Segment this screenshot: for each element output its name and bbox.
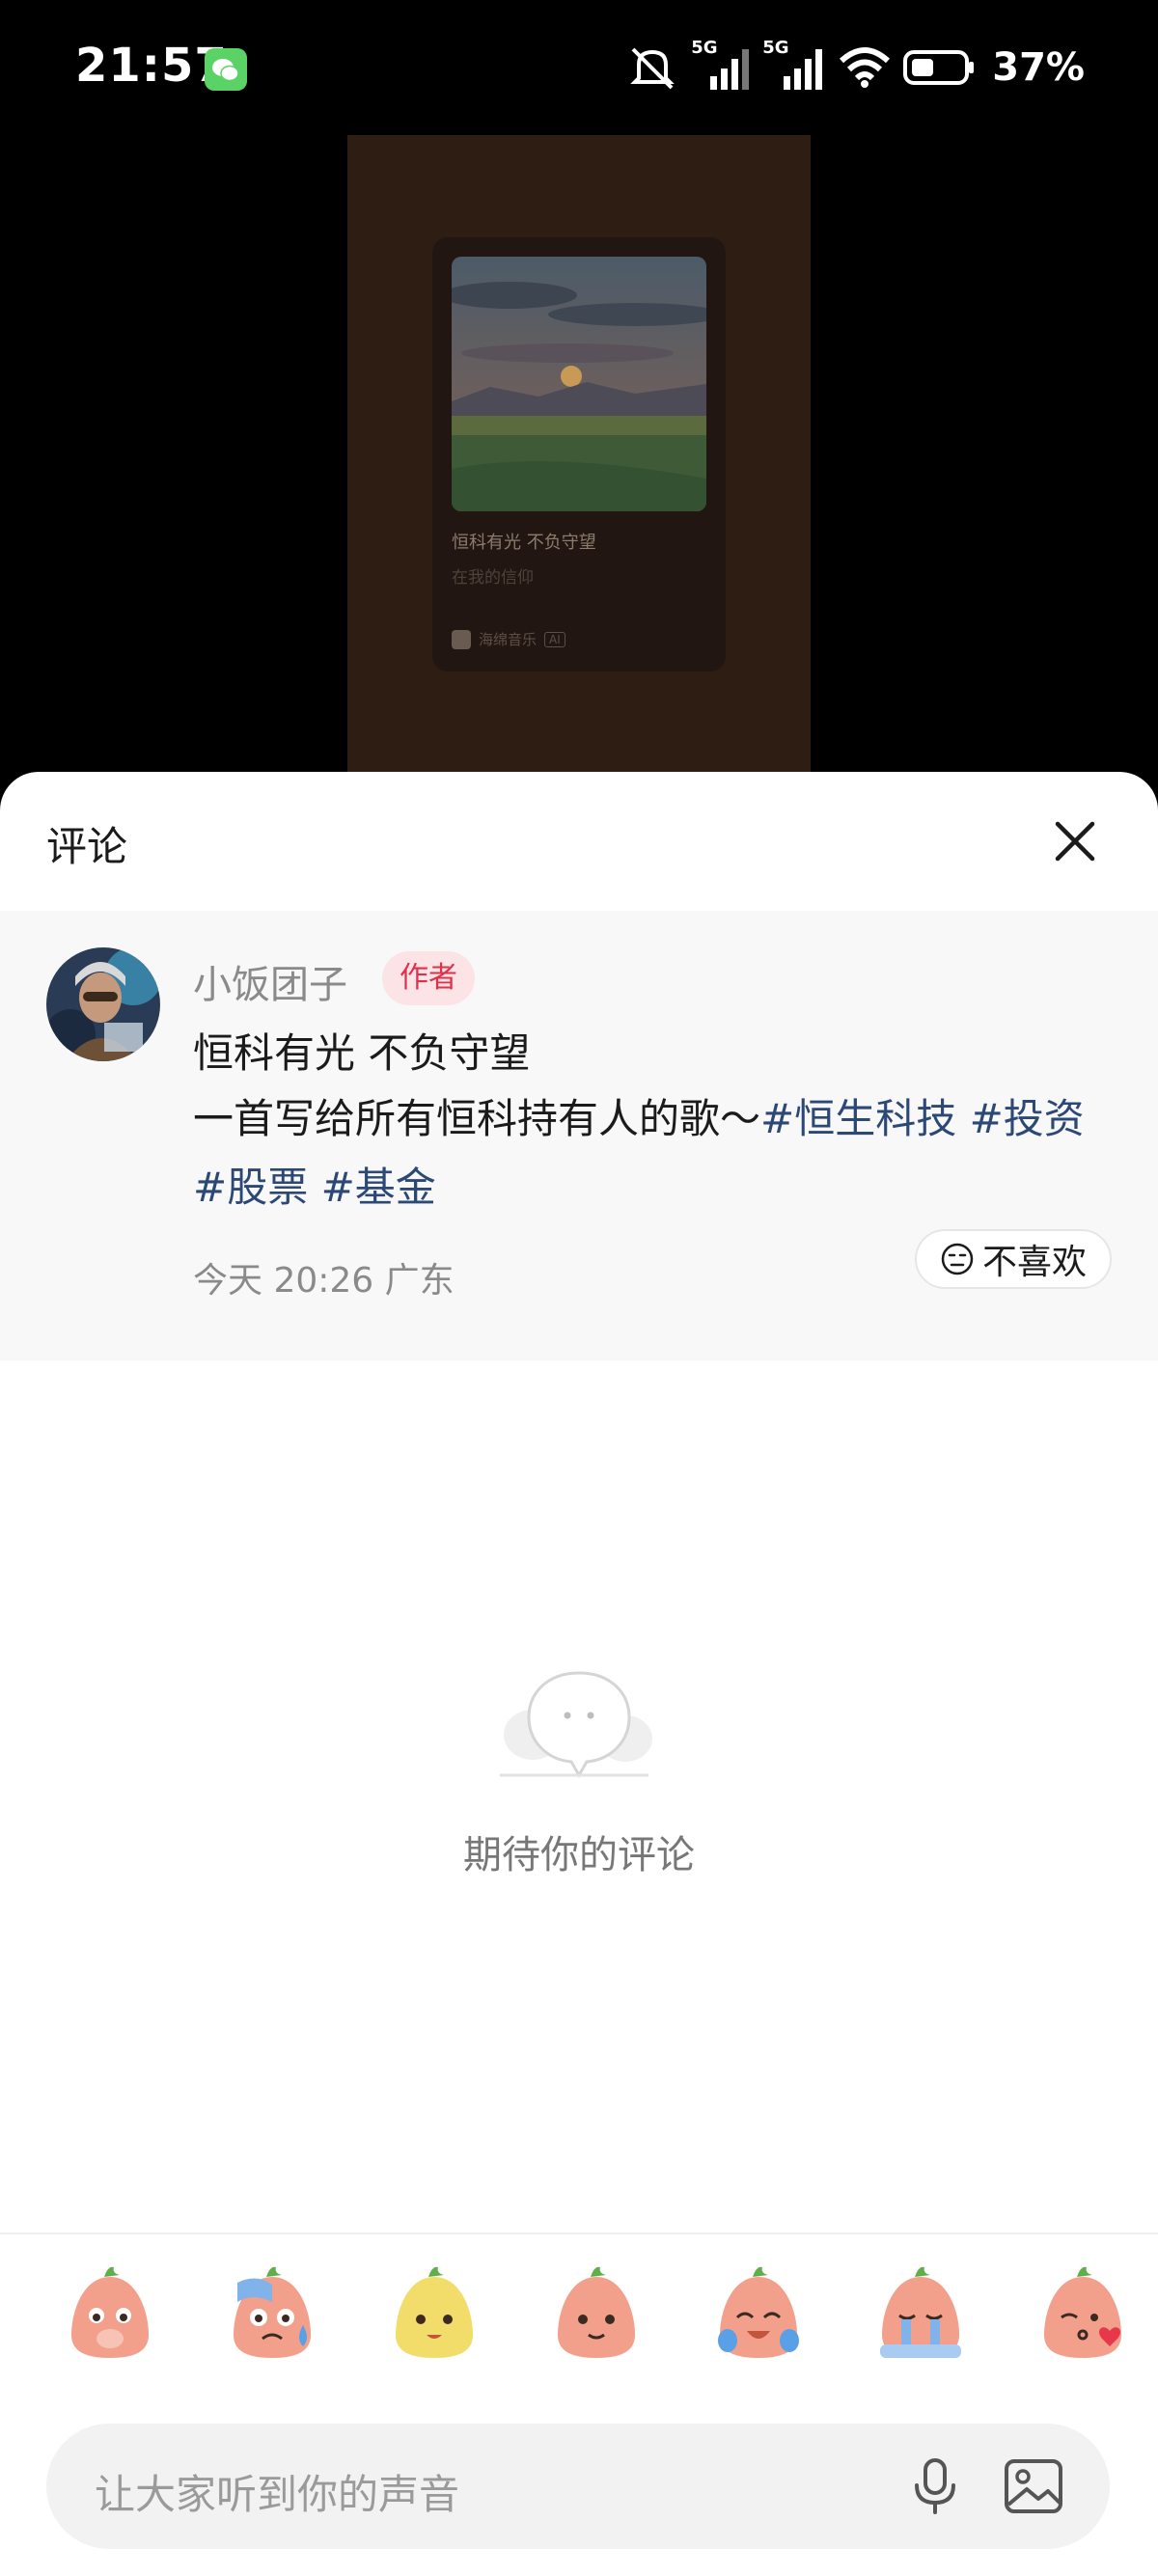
emoji-cover-mouth[interactable]: [66, 2263, 154, 2360]
status-bar: 21:57 5G 5G 37%: [0, 0, 1158, 135]
emoji-laugh-cry[interactable]: [714, 2263, 803, 2360]
post-meta: 今天 20:26 广东: [193, 1252, 455, 1302]
music-card[interactable]: 恒科有光 不负守望 在我的信仰 海绵音乐 AI: [432, 237, 726, 671]
music-app-label: 海绵音乐 AI: [452, 629, 565, 649]
ai-tag: AI: [544, 631, 565, 647]
song-subtitle: 在我的信仰: [452, 568, 534, 588]
neutral-face-icon: [941, 1243, 974, 1275]
post-body: 一首写给所有恒科持有人的歌～#恒生科技 #投资 #股票 #基金: [193, 1084, 1100, 1221]
music-app-icon: [452, 629, 471, 649]
album-cover: [452, 257, 706, 511]
post-time: 今天 20:26: [193, 1261, 374, 1301]
emoji-bar: [0, 2263, 1158, 2398]
hashtag-link[interactable]: #基金: [321, 1164, 436, 1211]
author-name[interactable]: 小饭团子: [193, 953, 347, 1009]
divider: [0, 2233, 1158, 2234]
emoji-yellow-smile[interactable]: [390, 2263, 479, 2360]
emoji-cry[interactable]: [876, 2263, 965, 2360]
screen: 21:57 5G 5G 37% 恒科有光 不负守望 在我的信仰 海绵音乐 AI …: [0, 0, 1158, 2576]
battery-icon: [903, 50, 975, 85]
wechat-icon: [205, 48, 247, 91]
post-title: 恒科有光 不负守望: [193, 1029, 531, 1077]
empty-comment-icon: [500, 1671, 652, 1779]
emoji-smile[interactable]: [552, 2263, 641, 2360]
wifi-icon: [840, 47, 891, 88]
bell-mute-icon: [630, 47, 676, 90]
signal-icon: 5G: [691, 38, 751, 92]
avatar[interactable]: [46, 947, 160, 1061]
hashtag-link[interactable]: #恒生科技: [760, 1095, 956, 1142]
battery-percent: 37%: [992, 45, 1085, 90]
hashtag-link[interactable]: #投资: [970, 1095, 1085, 1142]
emoji-kiss[interactable]: [1038, 2263, 1127, 2360]
comments-sheet: 评论 小饭团子 作者 恒科有光 不负守望 一首写给所有恒科持有人的歌～#恒生科技…: [0, 772, 1158, 2576]
hashtag-link[interactable]: #股票: [193, 1164, 308, 1211]
music-app-name: 海绵音乐: [479, 631, 538, 648]
status-right: 5G 5G 37%: [625, 38, 1085, 93]
comment-input-placeholder: 让大家听到你的声音: [95, 2471, 460, 2518]
dislike-button[interactable]: 不喜欢: [915, 1229, 1112, 1289]
microphone-icon[interactable]: [905, 2456, 965, 2516]
author-post: 小饭团子 作者 恒科有光 不负守望 一首写给所有恒科持有人的歌～#恒生科技 #投…: [0, 911, 1158, 1360]
emoji-sweat[interactable]: [228, 2263, 317, 2360]
sheet-title: 评论: [46, 823, 128, 870]
song-title: 恒科有光 不负守望: [452, 533, 596, 553]
post-location: 广东: [384, 1261, 455, 1301]
image-icon[interactable]: [1002, 2454, 1065, 2518]
signal-icon-2: 5G: [762, 38, 826, 92]
close-icon[interactable]: [1050, 816, 1100, 866]
author-badge: 作者: [382, 951, 475, 1005]
empty-state-text: 期待你的评论: [463, 1833, 695, 1877]
post-body-text: 一首写给所有恒科持有人的歌～: [193, 1095, 761, 1142]
comment-input[interactable]: 让大家听到你的声音: [46, 2424, 1110, 2549]
dislike-label: 不喜欢: [981, 1243, 1087, 1282]
